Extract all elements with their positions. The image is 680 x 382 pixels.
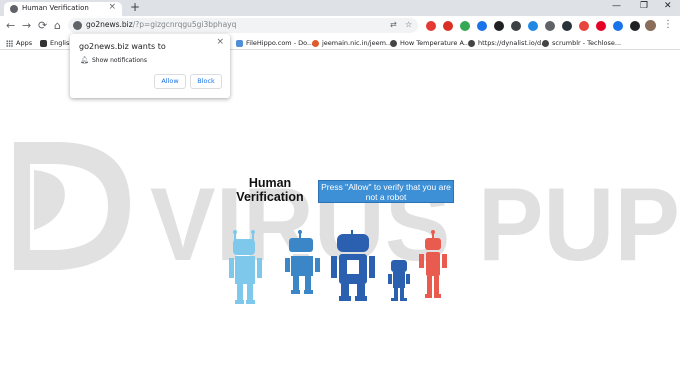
extension-icon[interactable] — [613, 21, 623, 31]
menu-icon[interactable]: ⋮ — [663, 19, 673, 30]
bookmark-favicon — [312, 39, 319, 47]
globe-icon — [10, 5, 18, 13]
extension-icon[interactable] — [630, 21, 640, 31]
url-text[interactable]: go2news.biz/?p=gizgcnrqgu5gi3bphayq — [86, 20, 236, 29]
home-button[interactable]: ⌂ — [54, 19, 61, 32]
bookmark-dynalist[interactable]: https://dynalist.io/d... — [468, 38, 547, 48]
extension-icon[interactable] — [545, 21, 555, 31]
address-bar[interactable]: go2news.biz/?p=gizgcnrqgu5gi3bphayq ⇄ ☆ — [68, 18, 418, 33]
back-button[interactable]: ← — [6, 19, 15, 32]
extension-icon[interactable] — [443, 21, 453, 31]
maximize-button[interactable]: ❐ — [640, 1, 648, 11]
window-close-button[interactable]: ✕ — [664, 1, 672, 11]
tab-human-verification[interactable]: Human Verification × — [4, 2, 122, 16]
bookmark-star-icon[interactable]: ☆ — [405, 20, 412, 29]
allow-button[interactable]: Allow — [154, 74, 186, 89]
bookmark-scrumblr[interactable]: scrumblr - Techlose... — [542, 38, 621, 48]
robot-small-blue — [388, 260, 410, 301]
robots-illustration — [229, 230, 447, 304]
robot-light-blue — [229, 230, 262, 304]
globe-icon — [390, 39, 397, 47]
extension-icon[interactable] — [426, 21, 436, 31]
close-icon[interactable]: × — [216, 37, 224, 47]
site-info-icon[interactable] — [73, 21, 82, 30]
tab-strip: Human Verification × + — ❐ ✕ — [0, 0, 680, 16]
extension-icon[interactable] — [579, 21, 589, 31]
robot-dark-blue — [331, 230, 375, 301]
profile-avatar[interactable] — [645, 20, 656, 31]
notification-permission-popup: go2news.biz wants to × 🔔︎ Show notificat… — [70, 34, 230, 98]
extension-icon[interactable] — [477, 21, 487, 31]
extension-icon[interactable] — [562, 21, 572, 31]
page-content: VIRUS PUP Human Verification Press "Allo… — [0, 50, 680, 382]
extension-icon[interactable] — [460, 21, 470, 31]
extension-icon[interactable] — [494, 21, 504, 31]
allow-instruction-banner: Press "Allow" to verify that you are not… — [318, 180, 454, 203]
globe-icon — [468, 39, 475, 47]
page-title: Human Verification — [236, 176, 304, 204]
bookmark-jeemain[interactable]: jeemain.nic.in/jeem... — [312, 38, 392, 48]
minimize-button[interactable]: — — [612, 1, 621, 11]
forward-button[interactable]: → — [22, 19, 31, 32]
robot-blue — [285, 230, 320, 294]
globe-icon — [542, 39, 549, 47]
permission-text: Show notifications — [92, 57, 147, 64]
bookmark-english[interactable]: English — [40, 38, 73, 48]
extension-icon[interactable] — [511, 21, 521, 31]
tab-title: Human Verification — [22, 4, 89, 12]
robot-red — [419, 230, 447, 298]
popup-title: go2news.biz wants to — [79, 42, 166, 51]
bell-icon: 🔔︎ — [80, 56, 89, 64]
bookmark-filehippo[interactable]: FileHippo.com - Do... — [236, 38, 313, 48]
bookmark-apps[interactable]: Apps — [6, 38, 32, 48]
extension-icon[interactable] — [596, 21, 606, 31]
close-tab-icon[interactable]: × — [108, 2, 116, 12]
new-tab-button[interactable]: + — [130, 0, 140, 14]
reload-button[interactable]: ⟳ — [38, 19, 47, 32]
bookmark-favicon — [40, 39, 47, 47]
translate-icon[interactable]: ⇄ — [390, 20, 397, 29]
block-button[interactable]: Block — [190, 74, 222, 89]
bookmark-temperature[interactable]: How Temperature A... — [390, 38, 470, 48]
bookmark-favicon — [236, 39, 243, 47]
browser-toolbar: ← → ⟳ ⌂ go2news.biz/?p=gizgcnrqgu5gi3bph… — [0, 16, 680, 36]
apps-grid-icon — [6, 39, 13, 47]
extension-icon[interactable] — [528, 21, 538, 31]
